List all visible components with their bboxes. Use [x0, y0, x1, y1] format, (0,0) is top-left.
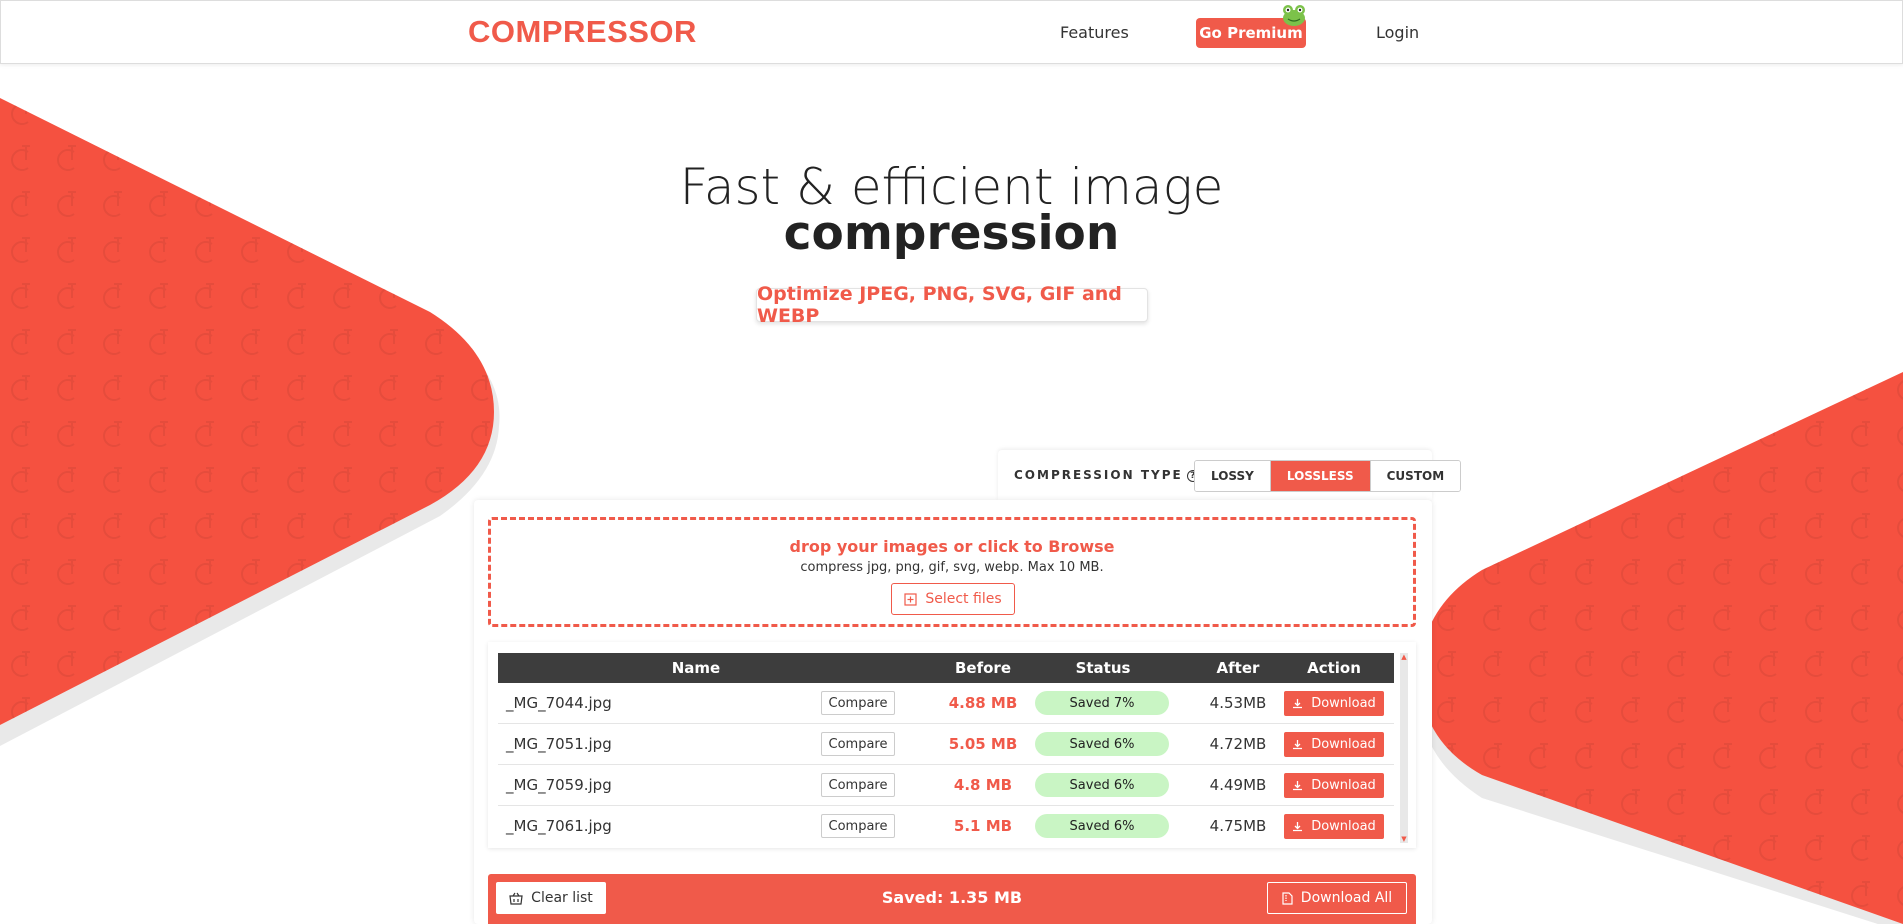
file-name: _MG_7051.jpg: [506, 735, 612, 753]
download-button[interactable]: Download: [1284, 732, 1384, 757]
size-after: 4.72MB: [1209, 735, 1267, 753]
size-before: 4.88 MB: [948, 694, 1018, 712]
download-label: Download: [1311, 819, 1376, 834]
compare-button[interactable]: Compare: [821, 814, 895, 838]
header-after: After: [1216, 659, 1260, 677]
clear-list-label: Clear list: [531, 890, 593, 906]
table-row: _MG_7059.jpg Compare 4.8 MB Saved 6% 4.4…: [498, 765, 1394, 806]
lossy-option[interactable]: LOSSY: [1195, 461, 1271, 491]
file-dropzone[interactable]: drop your images or click to Browse comp…: [488, 517, 1416, 627]
header-name: Name: [671, 659, 721, 677]
compression-type-label: COMPRESSION TYPE? :: [1014, 468, 1212, 482]
download-label: Download: [1311, 696, 1376, 711]
summary-bar: Clear list Saved: 1.35 MB Download All: [488, 874, 1416, 924]
download-button[interactable]: Download: [1284, 773, 1384, 798]
logo[interactable]: COMPRESSOR: [468, 14, 697, 50]
select-files-label: Select files: [925, 591, 1002, 607]
hero-title-line2: compression: [783, 206, 1120, 261]
basket-icon: [509, 892, 523, 905]
formats-subtitle-badge: Optimize JPEG, PNG, SVG, GIF and WEBP: [756, 283, 1148, 327]
table-row: _MG_7061.jpg Compare 5.1 MB Saved 6% 4.7…: [498, 806, 1394, 847]
download-label: Download: [1311, 737, 1376, 752]
table-header: Name Before Status After Action: [498, 653, 1394, 683]
compare-button[interactable]: Compare: [821, 773, 895, 797]
nav-features-link[interactable]: Features: [1060, 23, 1129, 42]
size-before: 5.1 MB: [953, 817, 1013, 835]
compare-button[interactable]: Compare: [821, 691, 895, 715]
header-status: Status: [1075, 659, 1131, 677]
download-button[interactable]: Download: [1284, 814, 1384, 839]
top-header: COMPRESSOR Features Go Premium Login: [0, 0, 1903, 64]
download-label: Download: [1311, 778, 1376, 793]
download-icon: [1293, 699, 1303, 709]
size-after: 4.53MB: [1209, 694, 1267, 712]
size-after: 4.49MB: [1209, 776, 1267, 794]
size-before: 5.05 MB: [948, 735, 1018, 753]
size-before: 4.8 MB: [953, 776, 1013, 794]
compression-panel: drop your images or click to Browse comp…: [474, 500, 1432, 924]
file-zip-icon: [1282, 891, 1293, 905]
table-row: _MG_7051.jpg Compare 5.05 MB Saved 6% 4.…: [498, 724, 1394, 765]
scroll-up-arrow-icon[interactable]: ▲: [1400, 653, 1408, 661]
header-action: Action: [1307, 659, 1361, 677]
download-button[interactable]: Download: [1284, 691, 1384, 716]
files-table: Name Before Status After Action _MG_7044…: [488, 642, 1416, 848]
file-name: _MG_7061.jpg: [506, 817, 612, 835]
table-scrollbar[interactable]: ▲ ▼: [1400, 653, 1408, 843]
download-icon: [1293, 781, 1303, 791]
header-before: Before: [954, 659, 1011, 677]
lossless-option[interactable]: LOSSLESS: [1270, 461, 1371, 491]
size-after: 4.75MB: [1209, 817, 1267, 835]
clear-list-button[interactable]: Clear list: [496, 882, 606, 914]
dropzone-subtitle: compress jpg, png, gif, svg, webp. Max 1…: [800, 560, 1104, 575]
custom-option[interactable]: CUSTOM: [1370, 461, 1461, 491]
compression-type-selector: COMPRESSION TYPE? : LOSSY LOSSLESS CUSTO…: [998, 450, 1462, 500]
status-badge: Saved 6%: [1035, 773, 1169, 797]
select-files-button[interactable]: Select files: [891, 583, 1015, 615]
status-badge: Saved 6%: [1035, 814, 1169, 838]
table-row: _MG_7044.jpg Compare 4.88 MB Saved 7% 4.…: [498, 683, 1394, 724]
download-all-button[interactable]: Download All: [1267, 882, 1407, 914]
file-name: _MG_7059.jpg: [506, 776, 612, 794]
nav-login-link[interactable]: Login: [1376, 23, 1419, 42]
scroll-down-arrow-icon[interactable]: ▼: [1400, 835, 1408, 843]
compression-type-buttons: LOSSY LOSSLESS CUSTOM: [1194, 460, 1462, 492]
dropzone-title: drop your images or click to Browse: [789, 537, 1115, 556]
download-icon: [1293, 822, 1303, 832]
compression-type-text: COMPRESSION TYPE: [1014, 468, 1183, 482]
frog-mascot-icon: [1283, 5, 1305, 26]
download-icon: [1293, 740, 1303, 750]
file-plus-icon: [904, 592, 917, 606]
download-all-label: Download All: [1300, 890, 1393, 906]
file-name: _MG_7044.jpg: [506, 694, 612, 712]
status-badge: Saved 6%: [1035, 732, 1169, 756]
compare-button[interactable]: Compare: [821, 732, 895, 756]
status-badge: Saved 7%: [1035, 691, 1169, 715]
